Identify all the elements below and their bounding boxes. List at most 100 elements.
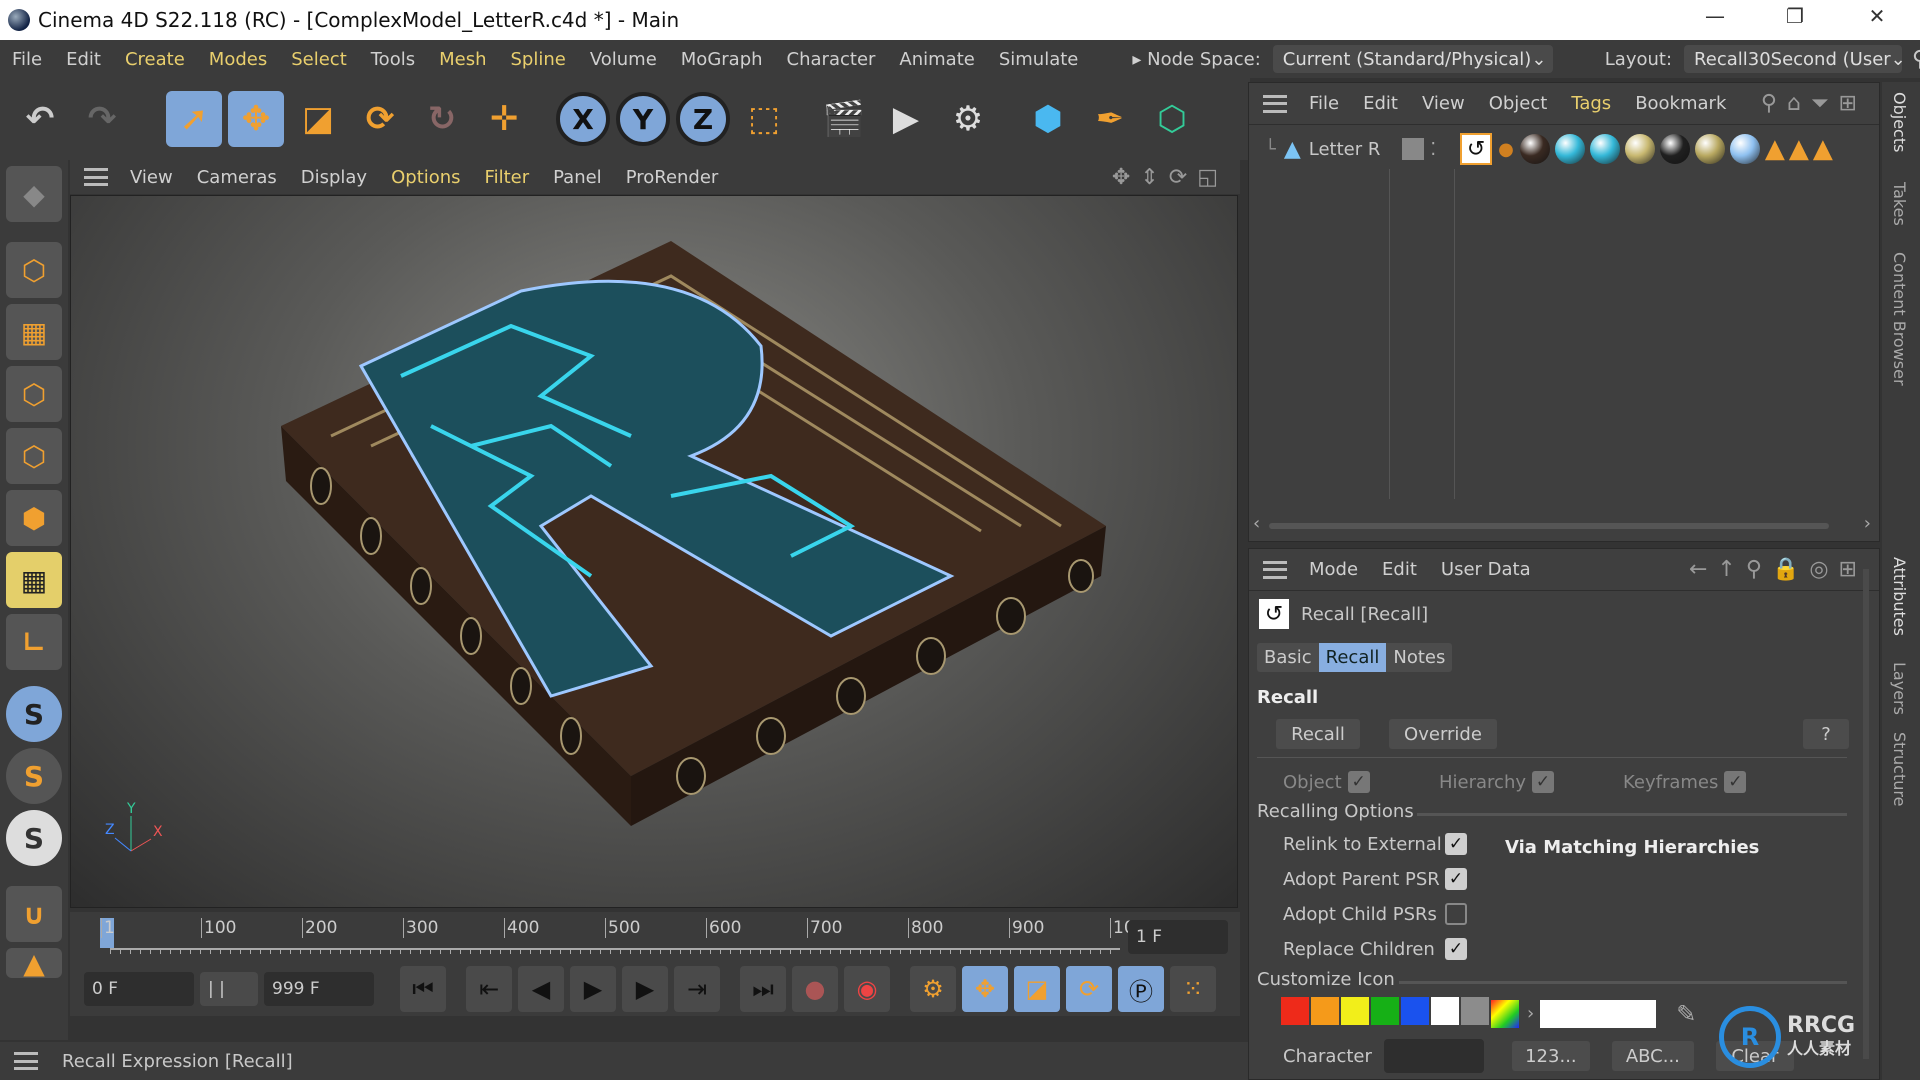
side-tab-content-browser[interactable]: Content Browser — [1890, 252, 1909, 386]
snap-settings-icon[interactable]: S — [6, 748, 62, 804]
z-axis-lock-icon[interactable]: Z — [676, 92, 730, 146]
tab-notes[interactable]: Notes — [1386, 643, 1452, 672]
editor-visibility-icon[interactable] — [1402, 138, 1425, 160]
check-object[interactable]: Object ✓ — [1283, 771, 1370, 793]
color-preview[interactable] — [1540, 999, 1657, 1028]
object-menu-edit[interactable]: Edit — [1351, 93, 1410, 114]
checkbox[interactable]: ✓ — [1445, 938, 1467, 960]
viewport-menu-view[interactable]: View — [118, 167, 185, 188]
points-mode-icon[interactable]: ⬡ — [6, 366, 62, 422]
render-settings-icon[interactable]: ⚙ — [940, 91, 996, 147]
tab-basic[interactable]: Basic — [1257, 643, 1319, 672]
start-frame-field[interactable]: 0 F — [84, 972, 194, 1006]
option-row[interactable]: Relink to External ✓ — [1283, 833, 1467, 855]
key-pla-icon[interactable]: ⁙ — [1170, 966, 1216, 1012]
override-button[interactable]: Override — [1389, 719, 1497, 749]
go-to-end-icon[interactable]: ⏭ — [740, 966, 786, 1012]
x-axis-lock-icon[interactable]: X — [556, 92, 610, 146]
3d-viewport[interactable]: X Y Z — [70, 195, 1238, 908]
option-row[interactable]: Adopt Child PSRs — [1283, 903, 1467, 925]
y-axis-lock-icon[interactable]: Y — [616, 92, 670, 146]
side-tab-structure[interactable]: Structure — [1890, 732, 1909, 806]
viewport-nav-icons[interactable]: ✥⇕⟳◱ — [1112, 165, 1228, 190]
nav-icons[interactable]: ←↑⚲🔒◎⊞ — [1689, 557, 1867, 582]
menu-modes[interactable]: Modes — [197, 49, 279, 70]
end-frame-field[interactable]: 999 F — [264, 972, 374, 1006]
model-mode-icon[interactable]: ⬡ — [6, 242, 62, 298]
record-icon[interactable]: ● — [792, 966, 838, 1012]
color-swatch[interactable] — [1431, 997, 1459, 1025]
scroll-right-icon[interactable]: › — [1864, 513, 1871, 534]
numbers-button[interactable]: 123... — [1511, 1041, 1590, 1071]
recall-tag-icon[interactable]: ↺ — [1460, 133, 1493, 165]
hamburger-icon[interactable] — [1263, 94, 1287, 113]
material-tag-icon[interactable] — [1554, 134, 1585, 164]
object-name[interactable]: Letter R — [1309, 139, 1381, 160]
workplane-icon[interactable]: ▲ — [6, 947, 62, 980]
color-swatch[interactable] — [1371, 997, 1399, 1025]
snap-icon[interactable]: S — [6, 686, 62, 742]
option-row[interactable]: Adopt Parent PSR ✓ — [1283, 868, 1467, 890]
go-to-start-icon[interactable]: ⏮ — [400, 966, 446, 1012]
viewport-menu-cameras[interactable]: Cameras — [185, 167, 289, 188]
restore-button[interactable]: ❐ — [1770, 4, 1820, 28]
subdivision-icon[interactable]: ⬡ — [1144, 91, 1200, 147]
menu-edit[interactable]: Edit — [1370, 559, 1429, 580]
material-tag-icon[interactable] — [1519, 134, 1550, 164]
scroll-left-icon[interactable]: ‹ — [1253, 513, 1260, 534]
visibility-dots-icon[interactable]: ⁚ — [1430, 139, 1436, 160]
previous-frame-icon[interactable]: ◀ — [518, 966, 564, 1012]
make-editable-icon[interactable]: ◆ — [6, 166, 62, 222]
key-position-icon[interactable]: ✥ — [962, 966, 1008, 1012]
hamburger-icon[interactable] — [84, 168, 108, 186]
viewport-menu-panel[interactable]: Panel — [541, 167, 614, 188]
timeline-ruler[interactable]: 11002003004005006007008009001000 1 F — [70, 912, 1240, 962]
render-picture-viewer-icon[interactable]: ▶ — [878, 91, 934, 147]
checkbox[interactable]: ✓ — [1532, 771, 1555, 793]
search-filter-icons[interactable]: ⚲⌂⏷⊞ — [1761, 91, 1867, 116]
object-menu-view[interactable]: View — [1410, 93, 1477, 114]
menu-spline[interactable]: Spline — [498, 49, 577, 70]
help-button[interactable]: ? — [1803, 719, 1849, 749]
redo-icon[interactable]: ↷ — [74, 91, 130, 147]
scale-tool-icon[interactable]: ◪ — [290, 91, 346, 147]
menu-file[interactable]: File — [0, 49, 54, 70]
next-frame-icon[interactable]: ▶ — [622, 966, 668, 1012]
rotate-tool-icon[interactable]: ⟳ — [352, 91, 408, 147]
menu-mesh[interactable]: Mesh — [427, 49, 498, 70]
next-key-icon[interactable]: ⇥ — [674, 966, 720, 1012]
edges-mode-icon[interactable]: ⬡ — [6, 428, 62, 484]
color-swatch[interactable] — [1281, 997, 1309, 1025]
move-axis-icon[interactable]: ✛ — [476, 91, 532, 147]
autokey-icon[interactable]: ◉ — [844, 966, 890, 1012]
object-menu-bookmark[interactable]: Bookmark — [1623, 93, 1738, 114]
character-input[interactable] — [1383, 1039, 1484, 1073]
undo-icon[interactable]: ↶ — [12, 91, 68, 147]
checkbox[interactable] — [1445, 903, 1467, 925]
side-tab-attributes[interactable]: Attributes — [1890, 557, 1909, 636]
search-icon[interactable]: ⚲ — [1912, 47, 1920, 72]
checkbox[interactable]: ✓ — [1445, 833, 1467, 855]
hamburger-icon[interactable] — [14, 1052, 38, 1070]
menu-mograph[interactable]: MoGraph — [669, 49, 775, 70]
menu-volume[interactable]: Volume — [578, 49, 669, 70]
object-row-letter-r[interactable]: └ ▲ Letter R ⁚ ↺ ● ▲▲▲ — [1249, 129, 1879, 169]
material-tag-icon[interactable] — [1624, 134, 1655, 164]
key-rotation-icon[interactable]: ⟳ — [1066, 966, 1112, 1012]
hair-tag-icon[interactable]: ● — [1498, 139, 1514, 160]
tab-recall[interactable]: Recall — [1318, 643, 1387, 672]
hamburger-icon[interactable] — [1263, 560, 1287, 579]
menu-user-data[interactable]: User Data — [1429, 559, 1543, 580]
checkbox[interactable]: ✓ — [1445, 868, 1467, 890]
letters-button[interactable]: ABC... — [1611, 1041, 1694, 1071]
pen-spline-icon[interactable]: ✒ — [1082, 91, 1138, 147]
eyedropper-icon[interactable]: ✎ — [1676, 1000, 1696, 1028]
keyframe-settings-icon[interactable]: ⚙ — [910, 966, 956, 1012]
side-tab-objects[interactable]: Objects — [1890, 92, 1909, 152]
recall-button[interactable]: Recall — [1276, 719, 1360, 749]
menu-edit[interactable]: Edit — [54, 49, 113, 70]
axis-mode-icon[interactable]: ∟ — [6, 614, 62, 670]
recent-tools-icon[interactable]: ↻ — [414, 91, 470, 147]
horizontal-scrollbar[interactable] — [1269, 523, 1829, 529]
move-tool-icon[interactable]: ✥ — [228, 91, 284, 147]
